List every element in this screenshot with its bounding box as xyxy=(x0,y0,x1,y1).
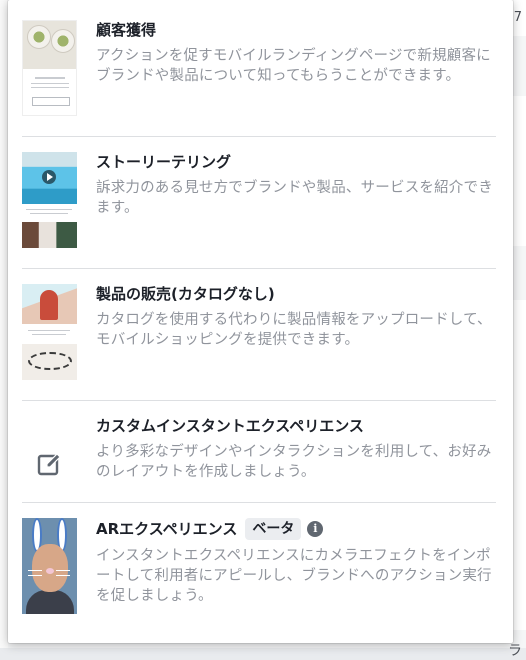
menu-item-body: 顧客獲得 アクションを促すモバイルランディングページで新規顧客にブランドや製品に… xyxy=(96,20,496,86)
cta-button-shape xyxy=(32,97,70,106)
text-line xyxy=(31,87,69,88)
menu-item-title-text: ARエクスペリエンス xyxy=(96,520,238,538)
menu-item-description: アクションを促すモバイルランディングページで新規顧客にブランドや製品について知っ… xyxy=(96,48,491,84)
menu-item-body: 製品の販売(カタログなし) カタログを使用する代わりに製品情報をアップロードして… xyxy=(96,284,496,350)
plate-shape xyxy=(27,25,51,49)
product-sales-thumbnail xyxy=(22,284,77,380)
text-line xyxy=(26,209,72,210)
text-line xyxy=(31,83,69,84)
text-line xyxy=(30,213,68,214)
text-line xyxy=(28,330,70,331)
text-line xyxy=(32,334,66,335)
whisker xyxy=(28,570,42,571)
menu-item-description: 訴求力のある見せ方でブランドや製品、サービスを紹介できます。 xyxy=(96,180,493,216)
menu-item-description: インスタントエクスペリエンスにカメラエフェクトをインポートして利用者にアピールし… xyxy=(96,548,492,604)
menu-item-title: 製品の販売(カタログなし) xyxy=(96,285,275,303)
menu-item-body: ARエクスペリエンス ベータ i インスタントエクスペリエンスにカメラエフェクト… xyxy=(96,518,496,606)
ar-experience-thumbnail xyxy=(22,518,77,614)
menu-item-storytelling[interactable]: ストーリーテリング 訴求力のある見せ方でブランドや製品、サービスを紹介できます。 xyxy=(22,152,496,248)
menu-item-ar-experience[interactable]: ARエクスペリエンス ベータ i インスタントエクスペリエンスにカメラエフェクト… xyxy=(22,518,496,614)
info-icon[interactable]: i xyxy=(307,521,324,537)
lead-generation-thumbnail xyxy=(22,20,77,116)
whisker xyxy=(28,575,42,576)
menu-item-title: 顧客獲得 xyxy=(96,21,157,39)
menu-item-title: ARエクスペリエンス ベータ i xyxy=(96,518,496,540)
menu-item-title: カスタムインスタントエクスペリエンス xyxy=(96,417,364,435)
bunny-nose xyxy=(46,568,54,574)
custom-thumbnail xyxy=(22,416,77,512)
background-text: ラ xyxy=(508,643,522,659)
background-left-edge xyxy=(0,0,8,648)
beta-badge: ベータ xyxy=(245,518,302,540)
whisker xyxy=(56,570,70,571)
room-photo xyxy=(22,222,77,248)
shirt-shape xyxy=(26,590,74,614)
menu-item-title: ストーリーテリング xyxy=(96,153,232,171)
model-figure xyxy=(40,290,58,320)
play-icon xyxy=(42,170,56,184)
divider xyxy=(22,268,496,269)
menu-item-custom-instant-experience[interactable]: カスタムインスタントエクスペリエンス より多彩なデザインやインタラクションを利用… xyxy=(22,416,496,512)
menu-item-description: より多彩なデザインやインタラクションを利用して、お好みのレイアウトを作成しましょ… xyxy=(96,444,492,480)
background-text: 7 xyxy=(513,10,522,25)
menu-item-body: カスタムインスタントエクスペリエンス より多彩なデザインやインタラクションを利用… xyxy=(96,416,496,482)
storytelling-thumbnail xyxy=(22,152,77,248)
menu-item-description: カタログを使用する代わりに製品情報をアップロードして、モバイルショッピングを提供… xyxy=(96,312,492,348)
divider xyxy=(22,400,496,401)
edit-icon xyxy=(37,453,61,476)
menu-item-body: ストーリーテリング 訴求力のある見せ方でブランドや製品、サービスを紹介できます。 xyxy=(96,152,496,218)
text-line xyxy=(35,77,65,79)
jewelry-photo xyxy=(22,344,77,380)
divider xyxy=(22,136,496,137)
whisker xyxy=(56,575,70,576)
divider xyxy=(22,502,496,503)
menu-item-lead-generation[interactable]: 顧客獲得 アクションを促すモバイルランディングページで新規顧客にブランドや製品に… xyxy=(22,20,496,116)
instant-experience-template-menu: 顧客獲得 アクションを促すモバイルランディングページで新規顧客にブランドや製品に… xyxy=(8,0,513,643)
menu-item-product-sales[interactable]: 製品の販売(カタログなし) カタログを使用する代わりに製品情報をアップロードして… xyxy=(22,284,496,380)
plate-shape xyxy=(51,29,75,53)
